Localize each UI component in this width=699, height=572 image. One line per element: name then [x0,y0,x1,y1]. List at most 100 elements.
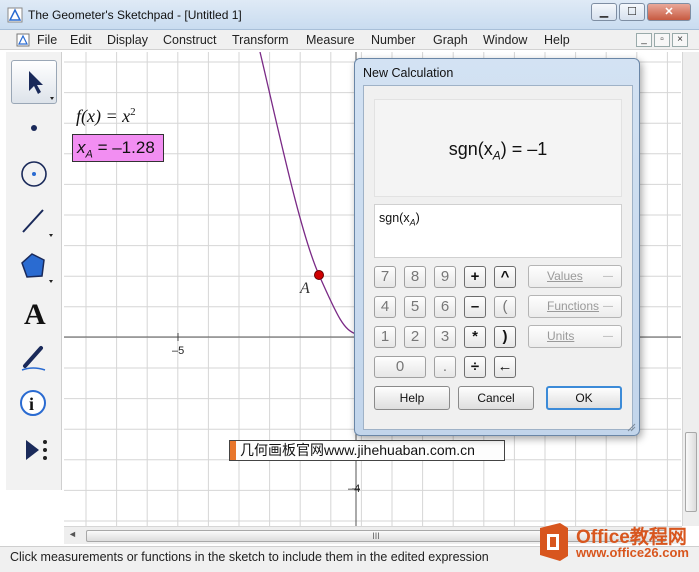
custom-tool-icon [26,440,47,460]
help-button[interactable]: Help [374,386,450,410]
functions-label: Functions [547,299,600,313]
menu-construct[interactable]: Construct [163,33,217,47]
watermark-banner: 几何画板官网www.jihehuaban.com.cn [229,440,505,461]
values-dropdown-icon: — [603,271,613,282]
units-label: Units [547,329,575,343]
custom-tool[interactable] [11,428,57,472]
key-9[interactable]: 9 [434,266,456,288]
toolbox: A i [6,52,62,490]
key-decimal[interactable]: . [434,356,456,378]
menu-transform[interactable]: Transform [232,33,289,47]
svg-text:A: A [24,298,46,331]
menu-edit[interactable]: Edit [70,33,92,47]
measurement-xa[interactable]: xA = –1.28 [72,134,164,162]
point-a[interactable] [314,270,324,280]
minimize-button[interactable]: ▁ [591,3,617,21]
document-icon[interactable] [16,33,30,47]
measurement-value: = –1.28 [97,138,155,157]
functions-dropdown-icon: — [603,301,613,312]
maximize-button[interactable]: ☐ [619,3,645,21]
doc-minimize-button[interactable]: _ [636,33,652,47]
units-dropdown-icon: — [603,331,613,342]
function-label-text: f(x) = x [76,106,131,126]
menu-file[interactable]: File [37,33,57,47]
vertical-scroll-thumb[interactable] [685,432,697,512]
x-axis-tick-label: –5 [172,345,185,357]
polygon-icon [21,253,53,283]
key-1[interactable]: 1 [374,326,396,348]
new-calculation-dialog: New Calculation sgn(xA) = –1 sgn(xA) 7 8… [354,58,640,436]
key-8[interactable]: 8 [404,266,426,288]
point-a-label[interactable]: A [300,280,310,298]
doc-restore-button[interactable]: ▫ [654,33,670,47]
straightedge-tool[interactable] [11,198,57,242]
expression-func: sgn(x [379,211,410,225]
key-7[interactable]: 7 [374,266,396,288]
close-button[interactable]: ✕ [647,3,691,21]
marker-tool[interactable] [11,336,57,380]
text-tool[interactable]: A [11,290,57,334]
menu-window[interactable]: Window [483,33,527,47]
status-text: Click measurements or functions in the s… [10,550,489,564]
scroll-left-icon[interactable]: ◄ [68,529,77,539]
expression-close: ) [415,211,420,225]
key-4[interactable]: 4 [374,296,396,318]
compass-tool[interactable] [11,152,57,196]
key-0[interactable]: 0 [374,356,426,378]
menu-number[interactable]: Number [371,33,415,47]
menu-graph[interactable]: Graph [433,33,468,47]
office-logo-url: www.office26.com [576,545,689,560]
dialog-body: sgn(xA) = –1 sgn(xA) 7 8 9 + ^ 4 5 6 – (… [363,85,633,430]
key-multiply[interactable]: * [464,326,486,348]
key-6[interactable]: 6 [434,296,456,318]
units-popup[interactable]: Units — [528,325,622,348]
menu-measure[interactable]: Measure [306,33,355,47]
measurement-var: x [77,138,86,157]
arrow-select-tool[interactable] [11,60,57,104]
straightedge-icon [22,209,53,237]
vertical-scrollbar[interactable] [682,52,699,526]
function-label[interactable]: f(x) = x2 [76,106,136,127]
key-close-paren[interactable]: ) [494,326,516,348]
sketchpad-app-icon [7,7,23,23]
key-2[interactable]: 2 [404,326,426,348]
key-divide[interactable]: ÷ [464,356,486,378]
key-power[interactable]: ^ [494,266,516,288]
point-icon [31,125,37,131]
information-tool[interactable]: i [11,382,57,426]
result-func: sgn(x [448,139,493,159]
values-popup[interactable]: Values — [528,265,622,288]
result-preview: sgn(xA) = –1 [374,99,622,197]
ok-button[interactable]: OK [546,386,622,410]
compass-icon [21,161,47,187]
office-watermark-logo: Office教程网 www.office26.com [536,518,696,568]
y-axis-tick-label: –4 [348,483,361,495]
key-minus[interactable]: – [464,296,486,318]
doc-close-button[interactable]: × [672,33,688,47]
text-icon: A [24,298,46,331]
result-subscript: A [492,148,501,163]
polygon-tool[interactable] [11,244,57,288]
point-tool[interactable] [11,106,57,150]
cancel-button[interactable]: Cancel [458,386,534,410]
resize-grip-icon[interactable] [626,422,636,432]
menu-help[interactable]: Help [544,33,570,47]
menu-display[interactable]: Display [107,33,148,47]
key-5[interactable]: 5 [404,296,426,318]
information-icon: i [20,390,46,416]
key-plus[interactable]: + [464,266,486,288]
window-title: The Geometer's Sketchpad - [Untitled 1] [28,8,242,22]
measurement-subscript: A [85,148,93,161]
functions-popup[interactable]: Functions — [528,295,622,318]
arrow-select-icon [29,71,54,100]
svg-text:i: i [29,394,34,414]
values-label: Values [547,269,583,283]
menu-bar: File Edit Display Construct Transform Me… [0,30,699,50]
key-3[interactable]: 3 [434,326,456,348]
key-backspace[interactable]: ← [494,356,516,378]
expression-editor[interactable]: sgn(xA) [374,204,622,258]
title-bar: The Geometer's Sketchpad - [Untitled 1] … [0,0,699,30]
function-exponent: 2 [130,106,136,118]
key-open-paren[interactable]: ( [494,296,516,318]
result-value: ) = –1 [500,139,548,159]
